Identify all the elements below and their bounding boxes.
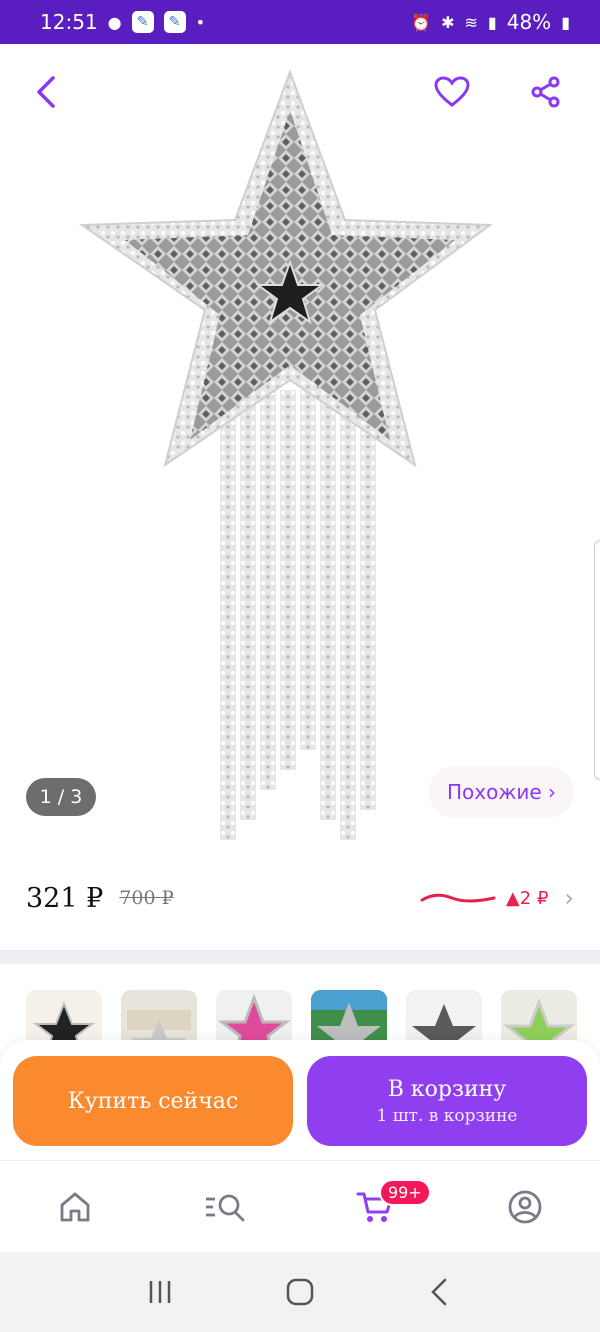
current-price: 321 ₽ xyxy=(26,882,104,914)
bottom-tab-bar: 99+ xyxy=(0,1160,600,1252)
back-button[interactable] xyxy=(22,68,70,116)
cart-badge: 99+ xyxy=(379,1178,431,1206)
alarm-icon: ⏰ xyxy=(411,12,432,32)
system-nav-bar xyxy=(0,1252,600,1332)
favorite-button[interactable] xyxy=(428,68,476,116)
share-icon xyxy=(531,76,560,108)
status-time: 12:51 xyxy=(40,10,98,34)
person-icon: ● xyxy=(107,12,122,32)
home-icon xyxy=(60,1192,90,1221)
battery-level: 48% xyxy=(506,10,552,34)
app-icon: ✎ xyxy=(163,11,186,33)
tab-catalog[interactable] xyxy=(195,1177,255,1237)
purchase-actions: Купить сейчас В корзину 1 шт. в корзине xyxy=(0,1040,600,1160)
catalog-search-icon xyxy=(206,1194,245,1221)
product-card: 1 / 3 Похожие › 321 ₽ 700 ₽ ▲2 ₽ › xyxy=(0,44,600,950)
signal-icon: ▮ xyxy=(487,12,497,32)
image-counter: 1 / 3 xyxy=(26,778,96,816)
product-image[interactable] xyxy=(70,70,510,850)
bluetooth-icon: ✱ xyxy=(441,12,455,32)
wifi-icon: ≋ xyxy=(464,12,478,32)
similar-label: Похожие › xyxy=(446,780,556,804)
tab-profile[interactable] xyxy=(495,1177,555,1237)
price-trend[interactable]: ▲2 ₽ xyxy=(420,888,548,909)
recents-icon[interactable] xyxy=(145,1277,175,1307)
price-change: ▲2 ₽ xyxy=(505,887,549,909)
price-chart-icon xyxy=(420,893,496,903)
section-divider xyxy=(0,950,600,964)
profile-icon xyxy=(508,1190,542,1223)
price-row[interactable]: 321 ₽ 700 ₽ ▲2 ₽ › xyxy=(26,874,574,922)
share-button[interactable] xyxy=(522,68,570,116)
tab-cart[interactable]: 99+ xyxy=(345,1177,431,1237)
back-arrow-icon xyxy=(37,76,55,108)
tab-home[interactable] xyxy=(45,1177,105,1237)
app-icon: ✎ xyxy=(131,11,154,33)
chevron-right-icon: › xyxy=(564,884,574,912)
old-price: 700 ₽ xyxy=(119,887,174,909)
buy-now-button[interactable]: Купить сейчас xyxy=(13,1056,293,1146)
tassel-strands xyxy=(220,390,376,840)
cart-count-note: 1 шт. в корзине xyxy=(376,1105,518,1126)
battery-icon: ▮ xyxy=(561,12,570,32)
scroll-indicator xyxy=(594,540,600,780)
add-to-cart-button[interactable]: В корзину 1 шт. в корзине xyxy=(307,1056,587,1146)
similar-button[interactable]: Похожие › xyxy=(428,766,574,818)
dot-icon: • xyxy=(195,12,206,32)
add-to-cart-label: В корзину xyxy=(387,1076,507,1102)
heart-icon xyxy=(434,76,470,107)
home-icon[interactable] xyxy=(285,1277,315,1307)
back-icon[interactable] xyxy=(425,1277,455,1307)
status-bar: 12:51 ● ✎ ✎ • ⏰ ✱ ≋ ▮ 48% ▮ xyxy=(0,0,600,44)
